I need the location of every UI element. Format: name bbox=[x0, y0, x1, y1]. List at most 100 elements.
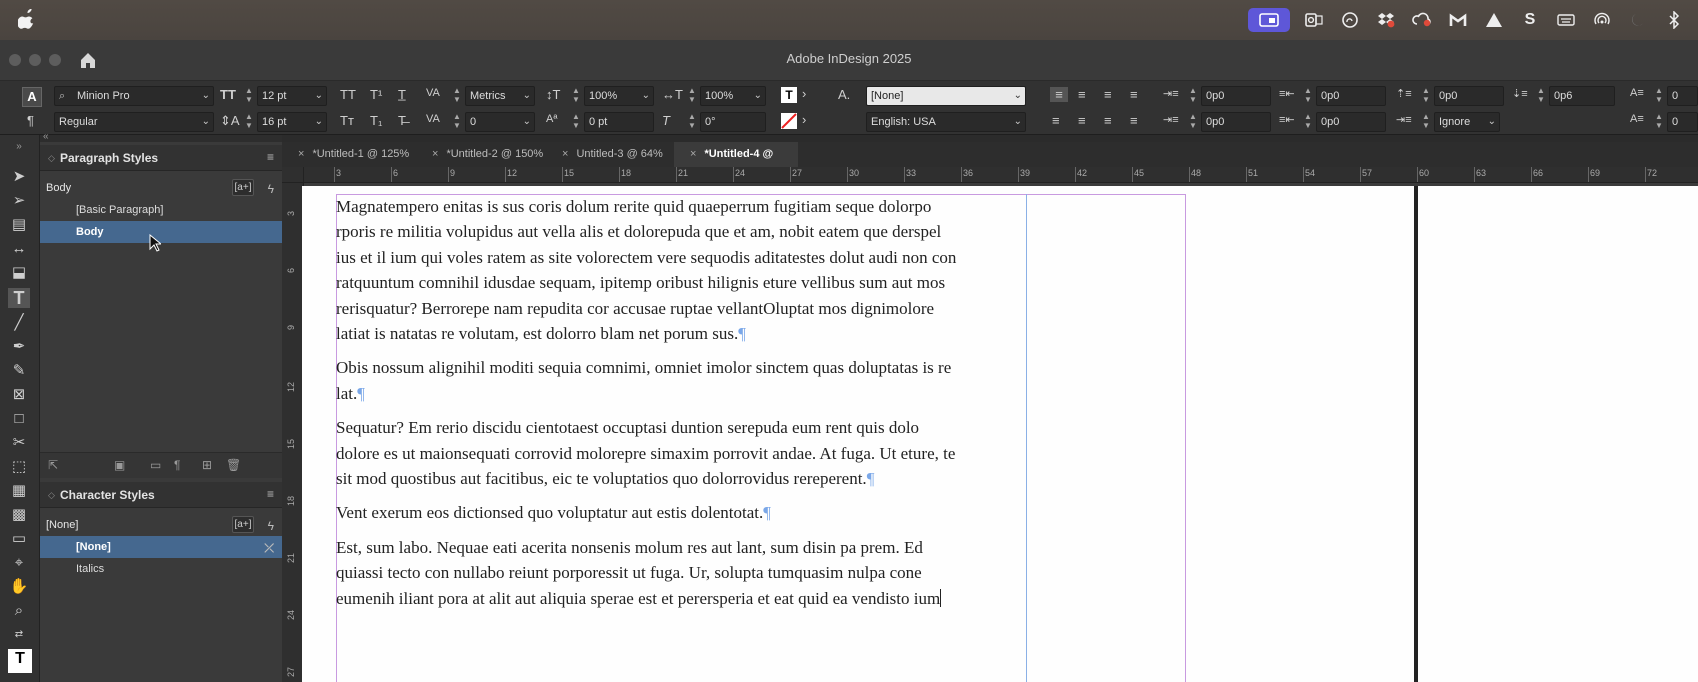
zoom-tool-icon[interactable]: ⌕ bbox=[8, 601, 30, 621]
lightning-icon[interactable]: ϟ bbox=[268, 178, 274, 200]
subscript-icon[interactable]: T₁ bbox=[370, 113, 382, 128]
content-collector-icon[interactable]: ⬓ bbox=[8, 263, 30, 283]
left-indent-field[interactable]: 0p0 bbox=[1201, 86, 1271, 106]
align-right-icon[interactable]: ≡ bbox=[1104, 87, 1112, 102]
last-line-indent-field[interactable]: 0p0 bbox=[1316, 112, 1386, 132]
close-tab-icon[interactable]: × bbox=[562, 148, 568, 160]
justify-left-icon[interactable]: ≡ bbox=[1130, 87, 1138, 102]
align-spine-icon[interactable]: ≡ bbox=[1130, 113, 1138, 128]
character-style-item[interactable]: Italics bbox=[40, 558, 282, 580]
apple-menu-icon[interactable] bbox=[17, 8, 36, 35]
direct-selection-tool-icon[interactable]: ➢ bbox=[8, 191, 30, 211]
character-style-field[interactable]: [None] ⌄ bbox=[866, 86, 1026, 106]
grid-align-stepper[interactable]: ▲ ▼ bbox=[1421, 112, 1431, 132]
stripe-s-icon[interactable]: S bbox=[1518, 8, 1542, 32]
new-style-group-icon[interactable]: ▣ bbox=[114, 458, 125, 472]
malwarebytes-icon[interactable] bbox=[1446, 8, 1470, 32]
trash-icon[interactable]: 🗑 bbox=[226, 458, 241, 472]
line-tool-icon[interactable]: ╱ bbox=[8, 313, 30, 333]
skew-field[interactable]: 0° bbox=[700, 112, 766, 132]
rectangle-tool-icon[interactable]: □ bbox=[8, 409, 30, 429]
character-style-item[interactable]: [None] ⤫ bbox=[40, 536, 282, 558]
document-tab[interactable]: ×*Untitled-4 @ 75% bbox=[674, 142, 798, 185]
keyboard-icon[interactable] bbox=[1554, 8, 1578, 32]
tracking-stepper[interactable]: ▲ ▼ bbox=[452, 112, 462, 132]
font-size-field[interactable]: 12 pt ⌄ bbox=[257, 86, 327, 106]
bluetooth-icon[interactable] bbox=[1662, 8, 1686, 32]
first-line-indent-stepper[interactable]: ▲ ▼ bbox=[1188, 112, 1198, 132]
paragraph-style-item[interactable]: Body bbox=[40, 221, 282, 243]
note-tool-icon[interactable]: ▭ bbox=[8, 529, 30, 549]
chevron-right-icon[interactable]: › bbox=[802, 112, 806, 127]
justify-right-icon[interactable]: ≡ bbox=[1078, 113, 1086, 128]
space-after-field[interactable]: 0p6 bbox=[1549, 86, 1615, 106]
formatting-affects-text-icon[interactable]: T bbox=[8, 649, 32, 673]
space-after-stepper[interactable]: ▲ ▼ bbox=[1536, 86, 1546, 106]
superscript-icon[interactable]: T¹ bbox=[370, 87, 382, 102]
document-tab[interactable]: × *Untitled-1 @ 125% bbox=[282, 142, 416, 167]
ruler-origin[interactable] bbox=[282, 167, 304, 183]
text-frame[interactable]: Magnatempero enitas is sus coris dolum r… bbox=[336, 194, 1026, 620]
gradient-swatch-tool-icon[interactable]: ▦ bbox=[8, 481, 30, 501]
chevron-right-icon[interactable]: › bbox=[802, 86, 806, 101]
justify-all-icon[interactable]: ≡ bbox=[1104, 113, 1112, 128]
small-caps-icon[interactable]: Tт bbox=[340, 113, 354, 128]
folder-icon[interactable]: ▭ bbox=[150, 458, 161, 472]
left-indent-stepper[interactable]: ▲ ▼ bbox=[1188, 86, 1198, 106]
rectangle-frame-tool-icon[interactable]: ⊠ bbox=[8, 385, 30, 405]
align-center-icon[interactable]: ≡ bbox=[1078, 87, 1086, 102]
justify-center-icon[interactable]: ≡ bbox=[1052, 113, 1060, 128]
creative-cloud-icon[interactable] bbox=[1410, 8, 1434, 32]
baseline-shift-field[interactable]: 0 pt bbox=[584, 112, 654, 132]
kerning-field[interactable]: Metrics ⌄ bbox=[465, 86, 535, 106]
close-tab-icon[interactable]: × bbox=[690, 148, 696, 160]
eyedropper-tool-icon[interactable]: ⌖ bbox=[8, 553, 30, 573]
leading-field[interactable]: 16 pt ⌄ bbox=[257, 112, 327, 132]
paragraph[interactable]: Vent exerum eos dictionsed quo voluptatu… bbox=[336, 500, 1026, 525]
close-tab-icon[interactable]: × bbox=[298, 148, 304, 160]
paragraph[interactable]: Sequatur? Em rerio discidu cientotaest o… bbox=[336, 415, 1026, 491]
clear-overrides-icon[interactable]: ¶ bbox=[174, 458, 180, 472]
last-line-indent-stepper[interactable]: ▲ ▼ bbox=[1303, 112, 1313, 132]
page-tool-icon[interactable]: ▤ bbox=[8, 215, 30, 235]
gap-tool-icon[interactable]: ↔ bbox=[8, 239, 30, 259]
baseline-shift-stepper[interactable]: ▲ ▼ bbox=[571, 112, 581, 132]
drive-icon[interactable] bbox=[1482, 8, 1506, 32]
swap-fill-stroke-icon[interactable]: ⇄ bbox=[8, 625, 30, 645]
strikethrough-icon[interactable]: T̶ bbox=[398, 113, 406, 128]
first-line-indent-field[interactable]: 0p0 bbox=[1201, 112, 1271, 132]
paragraph-styles-header[interactable]: ◇ Paragraph Styles ≡ bbox=[40, 145, 282, 171]
cloud-icon[interactable] bbox=[1338, 8, 1362, 32]
dropbox-icon[interactable] bbox=[1374, 8, 1398, 32]
font-size-stepper[interactable]: ▲ ▼ bbox=[244, 86, 254, 106]
selection-tool-icon[interactable]: ➤ bbox=[8, 167, 30, 187]
airplay-icon[interactable] bbox=[1590, 8, 1614, 32]
paragraph-style-item[interactable]: [Basic Paragraph] bbox=[40, 199, 282, 221]
leading-stepper[interactable]: ▲ ▼ bbox=[244, 112, 254, 132]
panel-menu-icon[interactable]: ≡ bbox=[267, 487, 274, 501]
font-family-field[interactable]: ⌕ Minion Pro ⌄ bbox=[54, 86, 214, 106]
vertical-ruler[interactable]: 3 6 9 12 15 18 21 24 27 bbox=[282, 183, 304, 682]
character-styles-header[interactable]: ◇ Character Styles ≡ bbox=[40, 482, 282, 508]
moon-icon[interactable] bbox=[1626, 8, 1650, 32]
hand-tool-icon[interactable]: ✋ bbox=[8, 577, 30, 597]
vertical-scale-field[interactable]: 100% ⌄ bbox=[584, 86, 654, 106]
lightning-icon[interactable]: ϟ bbox=[268, 515, 274, 537]
space-before-field[interactable]: 0p0 bbox=[1434, 86, 1504, 106]
language-field[interactable]: English: USA ⌄ bbox=[866, 112, 1026, 132]
free-transform-tool-icon[interactable]: ⬚ bbox=[8, 457, 30, 477]
all-caps-icon[interactable]: TT bbox=[340, 87, 356, 102]
drop-cap-chars-stepper[interactable]: ▲ ▼ bbox=[1654, 112, 1664, 132]
drop-cap-lines-field[interactable]: 0 bbox=[1667, 86, 1698, 106]
text-stroke-icon[interactable] bbox=[781, 113, 797, 129]
pencil-tool-icon[interactable]: ✎ bbox=[8, 361, 30, 381]
clear-override-icon[interactable]: ⤫ bbox=[264, 537, 274, 559]
tracking-field[interactable]: 0 ⌄ bbox=[465, 112, 535, 132]
drop-cap-lines-stepper[interactable]: ▲ ▼ bbox=[1654, 86, 1664, 106]
horizontal-scale-stepper[interactable]: ▲ ▼ bbox=[687, 86, 697, 106]
skew-stepper[interactable]: ▲ ▼ bbox=[687, 112, 697, 132]
character-mode-icon[interactable]: A bbox=[22, 87, 42, 107]
type-tool-icon[interactable]: T bbox=[8, 288, 30, 308]
horizontal-scale-field[interactable]: 100% ⌄ bbox=[700, 86, 766, 106]
space-before-stepper[interactable]: ▲ ▼ bbox=[1421, 86, 1431, 106]
